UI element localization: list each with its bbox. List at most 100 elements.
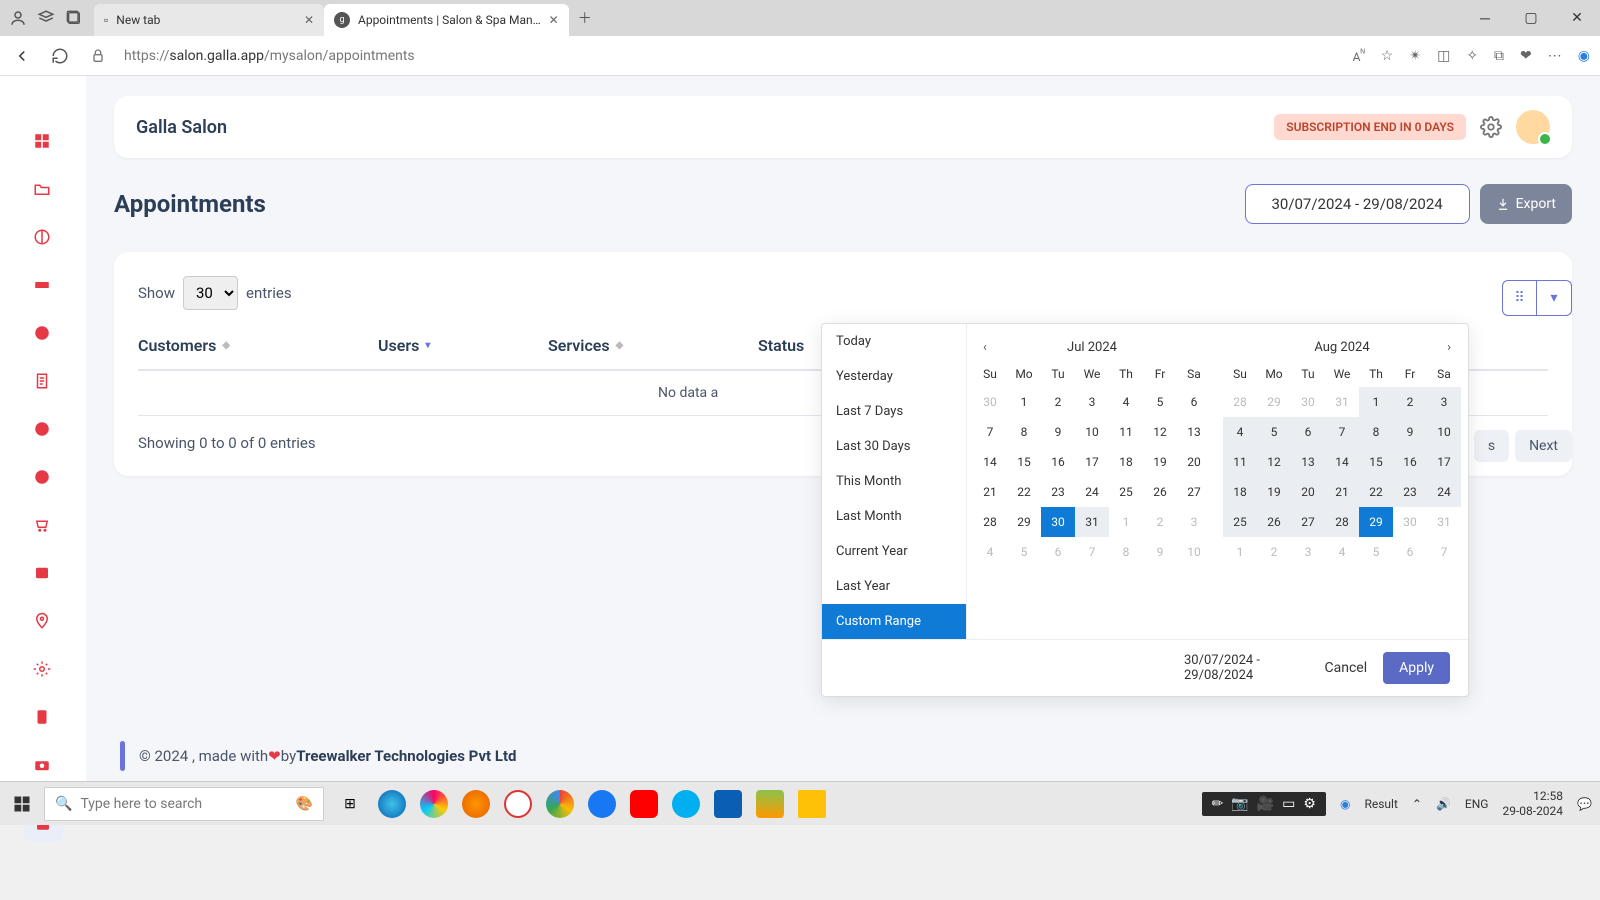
picker-calendars: ‹Jul 2024 SuMoTuWeThFrSa 301234567891011… bbox=[967, 324, 1468, 639]
col-users[interactable]: Users▾ bbox=[378, 336, 548, 355]
picker-presets: Today Yesterday Last 7 Days Last 30 Days… bbox=[822, 324, 967, 639]
preset-lastyear[interactable]: Last Year bbox=[822, 569, 966, 604]
company-link[interactable]: Treewalker Technologies Pvt Ltd bbox=[296, 747, 516, 765]
camera-icon[interactable] bbox=[33, 756, 53, 776]
col-services[interactable]: Services◆ bbox=[548, 336, 758, 355]
sort-icon: ◆ bbox=[222, 340, 230, 351]
close-icon[interactable]: ✕ bbox=[549, 13, 559, 27]
user-avatar[interactable] bbox=[1516, 110, 1550, 144]
settings-icon[interactable] bbox=[33, 660, 53, 680]
site-info-icon[interactable] bbox=[86, 44, 110, 68]
entries-select[interactable]: 30 bbox=[183, 276, 238, 310]
newtab-icon: ▫ bbox=[104, 13, 108, 27]
page-title: Appointments bbox=[114, 190, 266, 218]
firefox-icon[interactable] bbox=[462, 790, 490, 818]
user-icon[interactable] bbox=[33, 324, 53, 344]
lang-indicator[interactable]: ENG bbox=[1465, 797, 1489, 811]
new-tab-button[interactable]: ＋ bbox=[569, 0, 601, 36]
calendar-left: ‹Jul 2024 SuMoTuWeThFrSa 301234567891011… bbox=[967, 324, 1217, 639]
youtube-icon[interactable] bbox=[630, 790, 658, 818]
copilot-icon[interactable] bbox=[420, 790, 448, 818]
tab-title: Appointments | Salon & Spa Man… bbox=[358, 13, 541, 27]
minimize-button[interactable]: ─ bbox=[1462, 0, 1508, 36]
dashboard-icon[interactable] bbox=[33, 132, 53, 152]
preset-last30[interactable]: Last 30 Days bbox=[822, 429, 966, 464]
profile-icon[interactable] bbox=[4, 4, 32, 32]
chrome-icon[interactable] bbox=[546, 790, 574, 818]
tray-controls[interactable]: ✏📷🎥▭⚙ bbox=[1202, 792, 1326, 816]
url-field[interactable]: https://salon.galla.app/mysalon/appointm… bbox=[124, 48, 1339, 64]
filter-icon[interactable]: ▾ bbox=[1537, 281, 1571, 315]
volume-icon[interactable]: 🔊 bbox=[1436, 797, 1451, 811]
gear-icon[interactable] bbox=[1480, 116, 1502, 138]
preset-yesterday[interactable]: Yesterday bbox=[822, 359, 966, 394]
result-icon[interactable]: ◉ bbox=[1340, 797, 1350, 811]
sort-icon: ▾ bbox=[425, 340, 430, 351]
taskview-icon[interactable]: ⊞ bbox=[336, 790, 364, 818]
ticket-icon[interactable] bbox=[33, 276, 53, 296]
edge-icon[interactable] bbox=[378, 790, 406, 818]
contact-icon[interactable] bbox=[33, 564, 53, 584]
start-button[interactable] bbox=[0, 782, 44, 826]
favorite-icon[interactable]: ☆ bbox=[1381, 48, 1394, 64]
back-button[interactable] bbox=[10, 44, 34, 68]
clock[interactable]: 12:58 29-08-2024 bbox=[1502, 789, 1563, 818]
grid-view-icon[interactable]: ⠿ bbox=[1503, 281, 1537, 315]
date-range-input[interactable]: 30/07/2024 - 29/08/2024 bbox=[1245, 184, 1470, 224]
close-button[interactable]: ✕ bbox=[1554, 0, 1600, 36]
taskbar-search[interactable]: 🔍 Type here to search 🎨 bbox=[44, 787, 324, 821]
maximize-button[interactable]: ▢ bbox=[1508, 0, 1554, 36]
pager-prev[interactable]: s bbox=[1474, 430, 1509, 462]
show-entries-row: Show 30 entries bbox=[138, 276, 1548, 310]
record-icon[interactable] bbox=[504, 790, 532, 818]
calendar-july-days[interactable]: 3012345678910111213141516171819202122232… bbox=[973, 387, 1211, 567]
extensions-icon[interactable]: ✴ bbox=[1409, 48, 1421, 64]
preset-lastmonth[interactable]: Last Month bbox=[822, 499, 966, 534]
export-button[interactable]: Export bbox=[1480, 184, 1572, 224]
store-icon[interactable] bbox=[714, 790, 742, 818]
next-month-icon[interactable]: › bbox=[1447, 340, 1451, 355]
col-customers[interactable]: Customers◆ bbox=[138, 336, 378, 355]
location-icon[interactable] bbox=[33, 612, 53, 632]
tab-title: New tab bbox=[116, 13, 160, 27]
circle-icon[interactable] bbox=[33, 228, 53, 248]
split-icon[interactable]: ◫ bbox=[1437, 48, 1450, 64]
folder-icon[interactable] bbox=[33, 180, 53, 200]
workspaces-icon[interactable] bbox=[32, 4, 60, 32]
copilot-icon[interactable]: ◉ bbox=[1578, 48, 1590, 64]
user2-icon[interactable] bbox=[33, 420, 53, 440]
preset-currentyear[interactable]: Current Year bbox=[822, 534, 966, 569]
cancel-button[interactable]: Cancel bbox=[1324, 660, 1367, 676]
facebook-icon[interactable] bbox=[588, 790, 616, 818]
prev-month-icon[interactable]: ‹ bbox=[983, 340, 987, 355]
skype-icon[interactable] bbox=[672, 790, 700, 818]
preset-thismonth[interactable]: This Month bbox=[822, 464, 966, 499]
tab-appointments[interactable]: g Appointments | Salon & Spa Man… ✕ bbox=[324, 4, 569, 36]
chevron-up-icon[interactable]: ⌃ bbox=[1412, 797, 1422, 811]
text-size-icon[interactable]: Aᴺ bbox=[1353, 48, 1365, 64]
document-icon[interactable] bbox=[33, 372, 53, 392]
close-icon[interactable]: ✕ bbox=[304, 13, 314, 27]
apply-button[interactable]: Apply bbox=[1383, 652, 1450, 684]
addpage-icon[interactable]: ⧉ bbox=[1494, 48, 1504, 64]
forward-icon[interactable] bbox=[33, 468, 53, 488]
pager-next[interactable]: Next bbox=[1515, 430, 1572, 462]
browser-addressbar: https://salon.galla.app/mysalon/appointm… bbox=[0, 36, 1600, 76]
calendar-aug-days[interactable]: 2829303112345678910111213141516171819202… bbox=[1223, 387, 1461, 567]
cart-icon[interactable] bbox=[33, 516, 53, 536]
report-icon[interactable] bbox=[33, 708, 53, 728]
notifications-icon[interactable]: 💬 bbox=[1577, 797, 1592, 811]
more-icon[interactable]: ⋯ bbox=[1548, 48, 1562, 64]
tab-newtab[interactable]: ▫ New tab ✕ bbox=[94, 4, 324, 36]
refresh-button[interactable] bbox=[48, 44, 72, 68]
explorer-icon[interactable] bbox=[798, 790, 826, 818]
window-controls: ─ ▢ ✕ bbox=[1462, 0, 1600, 36]
preset-custom[interactable]: Custom Range bbox=[822, 604, 966, 639]
collections-icon[interactable]: ✧ bbox=[1466, 48, 1478, 64]
app-icon[interactable] bbox=[756, 790, 784, 818]
preset-last7[interactable]: Last 7 Days bbox=[822, 394, 966, 429]
preset-today[interactable]: Today bbox=[822, 324, 966, 359]
heart-icon: ❤ bbox=[268, 747, 281, 765]
tab-actions-icon[interactable] bbox=[60, 4, 88, 32]
shopping-icon[interactable]: ❤ bbox=[1520, 48, 1532, 64]
